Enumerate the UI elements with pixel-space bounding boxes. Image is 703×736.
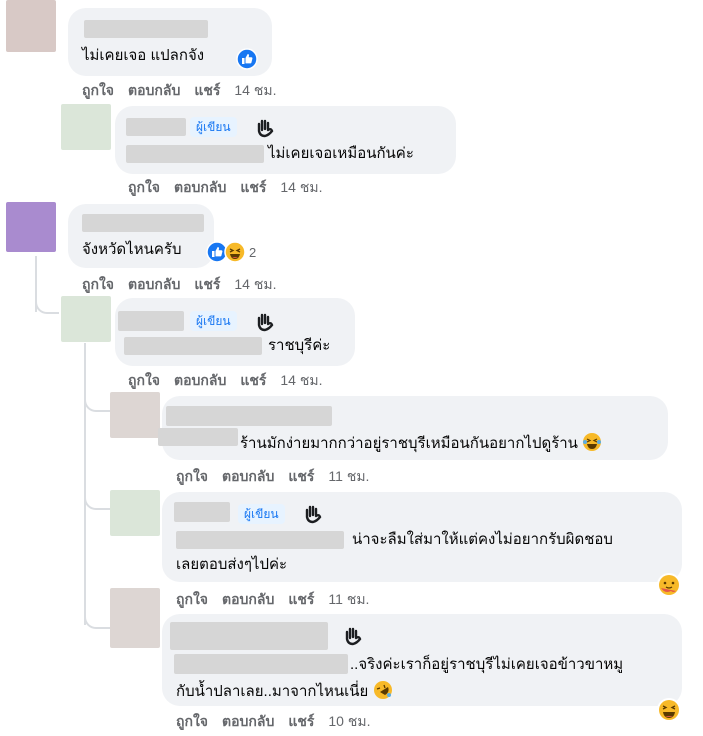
reply-link[interactable]: ตอบกลับ: [174, 178, 226, 196]
redacted-author-name[interactable]: [82, 214, 204, 232]
like-link[interactable]: ถูกใจ: [176, 590, 208, 608]
redacted-author-name[interactable]: [84, 20, 208, 38]
like-link[interactable]: ถูกใจ: [128, 371, 160, 389]
comment-text: จังหวัดไหนครับ: [82, 241, 182, 258]
avatar[interactable]: [61, 104, 111, 150]
reply-link[interactable]: ตอบกลับ: [174, 371, 226, 389]
share-link[interactable]: แชร์: [194, 275, 220, 293]
share-link[interactable]: แชร์: [240, 178, 266, 196]
avatar[interactable]: [110, 392, 160, 438]
redacted-mention[interactable]: [158, 428, 238, 446]
avatar[interactable]: [110, 588, 160, 648]
comment-text-body: กับน้ำปลาเลย..มาจากไหนเนี่ย: [176, 683, 369, 700]
comment-text: กับน้ำปลาเลย..มาจากไหนเนี่ย: [176, 680, 393, 702]
like-link[interactable]: ถูกใจ: [176, 712, 208, 730]
laughing-tears-emoji-icon: [583, 433, 602, 451]
comment-text: น่าจะลืมใส่มาให้แต่คงไม่อยากรับผิดชอบ: [352, 531, 613, 548]
comment-text: ไม่เคยเจอ แปลกจัง: [82, 47, 205, 64]
redacted-mention[interactable]: [126, 145, 264, 163]
thread-line: [84, 343, 86, 625]
thread-line: [84, 605, 110, 629]
redacted-author-name[interactable]: [166, 406, 332, 426]
comment-actions: ถูกใจ ตอบกลับ แชร์ 14 ชม.: [82, 81, 290, 99]
timestamp[interactable]: 11 ชม.: [328, 590, 369, 608]
like-link[interactable]: ถูกใจ: [82, 81, 114, 99]
reaction-summary[interactable]: 2: [206, 240, 256, 264]
like-link[interactable]: ถูกใจ: [82, 275, 114, 293]
comment-actions: ถูกใจ ตอบกลับ แชร์ 11 ชม.: [176, 467, 383, 485]
redacted-author-name[interactable]: [126, 118, 186, 136]
avatar[interactable]: [6, 0, 56, 52]
comment-text-body: ร้านมักง่ายมากกว่าอยู่ราชบุรีเหมือนกันอย…: [240, 435, 578, 452]
rolling-laugh-emoji-icon: [373, 681, 392, 699]
care-emoji-icon: [657, 573, 681, 597]
comment-text: ไม่เคยเจอเหมือนกันค่ะ: [268, 145, 414, 162]
comment-actions: ถูกใจ ตอบกลับ แชร์ 14 ชม.: [128, 371, 336, 389]
share-link[interactable]: แชร์: [288, 467, 314, 485]
redacted-author-name[interactable]: [118, 311, 184, 331]
reply-link[interactable]: ตอบกลับ: [128, 81, 180, 99]
comment-text: ร้านมักง่ายมากกว่าอยู่ราชบุรีเหมือนกันอย…: [240, 432, 602, 454]
timestamp[interactable]: 10 ชม.: [328, 712, 370, 730]
reaction-count: 2: [249, 244, 257, 260]
laugh-emoji-icon: [657, 698, 681, 722]
comment-text: ราชบุรีค่ะ: [268, 337, 331, 354]
comment-actions: ถูกใจ ตอบกลับ แชร์ 14 ชม.: [128, 178, 336, 196]
like-icon: [236, 48, 258, 70]
laugh-emoji-icon: [224, 241, 246, 263]
reply-link[interactable]: ตอบกลับ: [128, 275, 180, 293]
reply-link[interactable]: ตอบกลับ: [222, 712, 274, 730]
comment-text: เลยตอบส่งๆไปค่ะ: [176, 556, 288, 573]
redacted-mention[interactable]: [174, 654, 348, 674]
timestamp[interactable]: 11 ชม.: [328, 467, 369, 485]
share-link[interactable]: แชร์: [288, 712, 314, 730]
thread-line: [84, 390, 110, 412]
share-link[interactable]: แชร์: [288, 590, 314, 608]
like-link[interactable]: ถูกใจ: [176, 467, 208, 485]
redacted-author-name[interactable]: [170, 622, 328, 650]
comment-actions: ถูกใจ ตอบกลับ แชร์ 11 ชม.: [176, 590, 383, 608]
reply-link[interactable]: ตอบกลับ: [222, 590, 274, 608]
thread-line: [84, 488, 110, 510]
like-link[interactable]: ถูกใจ: [128, 178, 160, 196]
timestamp[interactable]: 14 ชม.: [234, 81, 276, 99]
reply-link[interactable]: ตอบกลับ: [222, 467, 274, 485]
wave-hand-icon: [345, 627, 362, 646]
author-badge: ผู้เขียน: [190, 311, 237, 331]
avatar[interactable]: [61, 296, 111, 342]
timestamp[interactable]: 14 ชม.: [280, 178, 322, 196]
thread-line: [35, 290, 59, 314]
wave-hand-icon: [257, 313, 274, 332]
comment-actions: ถูกใจ ตอบกลับ แชร์ 10 ชม.: [176, 712, 384, 730]
author-badge: ผู้เขียน: [238, 504, 285, 524]
timestamp[interactable]: 14 ชม.: [280, 371, 322, 389]
author-badge: ผู้เขียน: [190, 117, 237, 137]
wave-hand-icon: [257, 119, 274, 138]
avatar[interactable]: [110, 490, 160, 536]
avatar[interactable]: [6, 202, 56, 252]
timestamp[interactable]: 14 ชม.: [234, 275, 276, 293]
redacted-mention[interactable]: [176, 531, 344, 549]
redacted-author-name[interactable]: [174, 502, 230, 522]
share-link[interactable]: แชร์: [194, 81, 220, 99]
wave-hand-icon: [305, 505, 322, 524]
comment-actions: ถูกใจ ตอบกลับ แชร์ 14 ชม.: [82, 275, 290, 293]
comment-text: ..จริงค่ะเราก็อยู่ราชบุรีไม่เคยเจอข้าวขา…: [350, 656, 624, 673]
redacted-mention[interactable]: [124, 337, 262, 355]
share-link[interactable]: แชร์: [240, 371, 266, 389]
